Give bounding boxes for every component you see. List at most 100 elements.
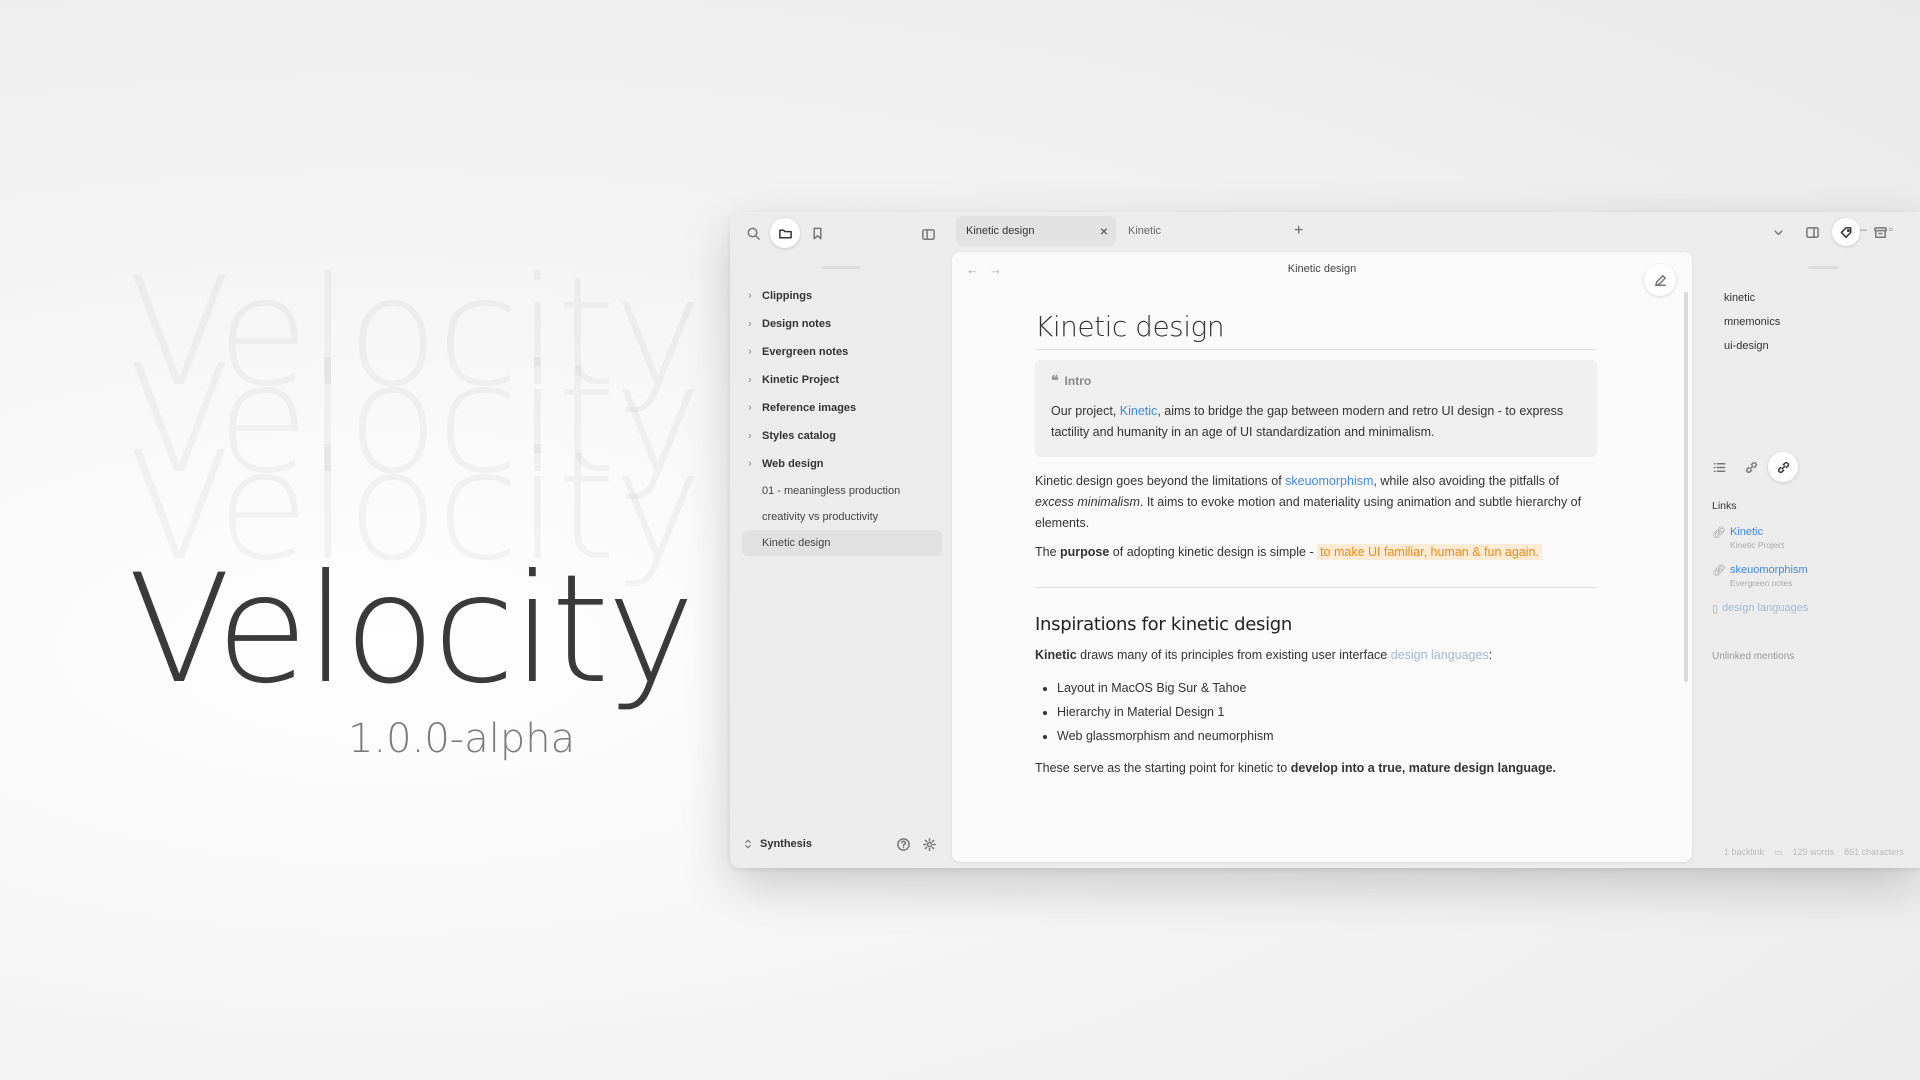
internal-link-kinetic[interactable]: Kinetic — [1120, 404, 1158, 418]
paragraph: Kinetic draws many of its principles fro… — [1035, 645, 1597, 666]
bold-text: purpose — [1060, 545, 1110, 559]
quote-icon: ❝ — [1051, 372, 1059, 388]
tab-kinetic-design[interactable]: Kinetic design × — [956, 216, 1116, 246]
unresolved-link-design-languages[interactable]: design languages — [1391, 648, 1489, 662]
new-tab-plus-icon[interactable]: + — [1294, 222, 1303, 240]
chevron-right-icon: › — [748, 402, 752, 414]
backlink-title[interactable]: Kinetic — [1730, 526, 1784, 538]
divider — [1035, 587, 1597, 588]
paragraph: The purpose of adopting kinetic design i… — [1035, 542, 1597, 563]
note-title[interactable]: Kinetic design — [1035, 310, 1597, 350]
file-item-active[interactable]: Kinetic design — [742, 530, 942, 556]
vault-switch-icon[interactable] — [742, 838, 754, 850]
backlink-item[interactable]: ▯ design languages — [1712, 602, 1808, 615]
outline-list-icon[interactable] — [1704, 452, 1734, 482]
chevron-down-icon[interactable] — [1764, 218, 1792, 246]
minimize-icon[interactable]: – — [1860, 222, 1867, 236]
drag-handle[interactable] — [822, 266, 860, 269]
file-label: creativity vs productivity — [762, 511, 879, 523]
hero-title: Velocity — [128, 543, 695, 717]
word-count: 129 words — [1792, 847, 1835, 857]
tab-kinetic[interactable]: Kinetic — [1118, 216, 1268, 246]
folder-item[interactable]: › Web design — [742, 450, 942, 478]
hero-version: 1.0.0-alpha — [348, 716, 576, 762]
help-icon[interactable] — [890, 831, 916, 857]
folder-label: Reference images — [762, 402, 857, 414]
unlinked-mentions[interactable]: Unlinked mentions — [1712, 651, 1794, 662]
list-item: Web glassmorphism and neumorphism — [1057, 724, 1597, 748]
text: Our project, — [1051, 404, 1120, 418]
backlink-item[interactable]: 🔗︎ skeuomorphism Evergreen notes — [1712, 564, 1808, 588]
drag-handle[interactable] — [1808, 266, 1838, 269]
vault-switcher[interactable]: Synthesis — [742, 830, 942, 858]
folder-label: Kinetic Project — [762, 374, 840, 386]
app-window: › Clippings › Design notes › Evergreen note… — [730, 212, 1920, 868]
close-icon[interactable]: × — [1100, 223, 1108, 239]
paragraph: Kinetic design goes beyond the limitatio… — [1035, 471, 1597, 534]
right-pane-tabs — [1704, 452, 1798, 482]
file-item[interactable]: creativity vs productivity — [742, 504, 942, 530]
sidebar-toggle-icon[interactable] — [916, 222, 940, 246]
text: : — [1488, 648, 1493, 662]
folder-item[interactable]: › Design notes — [742, 310, 942, 338]
text: , while also avoiding the pitfalls of — [1373, 474, 1559, 488]
tag-item[interactable]: ui-design — [1724, 334, 1780, 358]
left-sidebar: › Clippings › Design notes › Evergreen note… — [730, 212, 952, 868]
tag-list: kinetic mnemonics ui-design — [1724, 286, 1780, 358]
file-item[interactable]: 01 - meaningless production — [742, 478, 942, 504]
note-content[interactable]: Kinetic design ❝ Intro Our project, Kine… — [1035, 310, 1597, 779]
tab-bar: Kinetic design × Kinetic + – ▫ — [952, 212, 1920, 252]
backlink-title[interactable]: skeuomorphism — [1730, 564, 1808, 576]
tag-item[interactable]: mnemonics — [1724, 310, 1780, 334]
tag-item[interactable]: kinetic — [1724, 286, 1780, 310]
settings-gear-icon[interactable] — [916, 831, 942, 857]
internal-link-skeuomorphism[interactable]: skeuomorphism — [1285, 474, 1373, 488]
file-tree: › Clippings › Design notes › Evergreen note… — [742, 282, 942, 556]
folder-label: Design notes — [762, 318, 832, 330]
folder-label: Styles catalog — [762, 430, 836, 442]
text: of adopting kinetic design is simple - — [1109, 545, 1318, 559]
list-item: Hierarchy in Material Design 1 — [1057, 700, 1597, 724]
backlink-folder: Kinetic Project — [1729, 540, 1785, 550]
backlink-count[interactable]: 1 backlink — [1724, 847, 1764, 858]
editor-scrollbar[interactable] — [1684, 292, 1688, 682]
maximize-icon[interactable]: ▫ — [1889, 222, 1893, 236]
bookmark-icon[interactable] — [802, 218, 832, 248]
folder-label: Evergreen notes — [762, 346, 849, 358]
right-panel-toggle-icon[interactable] — [1798, 218, 1826, 246]
chevron-right-icon: › — [748, 318, 752, 330]
search-icon[interactable] — [738, 218, 768, 248]
folder-label: Web design — [762, 458, 824, 470]
folder-item[interactable]: › Evergreen notes — [742, 338, 942, 366]
folder-item[interactable]: › Reference images — [742, 394, 942, 422]
backlinks-icon[interactable] — [1768, 452, 1798, 482]
char-count: 861 characters — [1844, 847, 1904, 857]
outgoing-links-icon[interactable] — [1736, 452, 1766, 482]
backlink-title[interactable]: design languages — [1722, 602, 1808, 614]
tags-icon[interactable] — [1832, 218, 1860, 246]
editor-header-title: Kinetic design — [1287, 263, 1357, 275]
folder-item[interactable]: › Kinetic Project — [742, 366, 942, 394]
links-heading: Links — [1712, 500, 1737, 512]
list-item: Layout in MacOS Big Sur & Tahoe — [1057, 676, 1597, 700]
highlighted-text: to make UI familiar, human & fun again. — [1317, 544, 1542, 560]
backlink-item[interactable]: 🔗︎ Kinetic Kinetic Project — [1712, 526, 1784, 550]
callout-text: Our project, Kinetic, aims to bridge the… — [1051, 401, 1581, 443]
vault-name: Synthesis — [760, 838, 812, 850]
link-icon: 🔗︎ — [1712, 565, 1726, 577]
chevron-right-icon: › — [748, 430, 752, 442]
paragraph: These serve as the starting point for ki… — [1035, 758, 1597, 779]
intro-callout: ❝ Intro Our project, Kinetic, aims to br… — [1035, 360, 1597, 457]
file-label: 01 - meaningless production — [762, 485, 901, 497]
backlink-folder: Evergreen notes — [1729, 578, 1793, 588]
folder-item[interactable]: › Styles catalog — [742, 422, 942, 450]
folder-item[interactable]: › Clippings — [742, 282, 942, 310]
edit-pencil-icon[interactable] — [1644, 264, 1676, 296]
callout-label: Intro — [1064, 373, 1092, 388]
window-controls: – ▫ — [1860, 222, 1893, 236]
status-bar: 1 backlink ▭ 129 words 861 characters — [1724, 847, 1904, 858]
chevron-right-icon: › — [748, 374, 752, 386]
text: draws many of its principles from existi… — [1076, 648, 1391, 662]
folder-icon[interactable] — [770, 218, 800, 248]
editor-pane: ← → Kinetic design Kinetic design ❝ Intr… — [952, 252, 1692, 862]
